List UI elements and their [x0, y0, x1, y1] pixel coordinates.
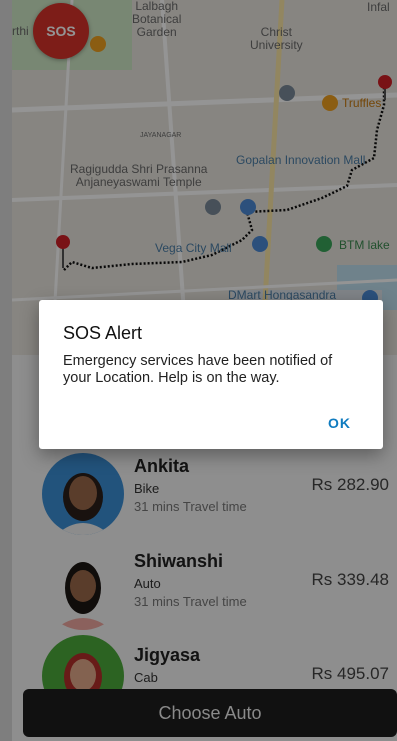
ok-button[interactable]: OK — [328, 415, 351, 431]
sos-alert-dialog: SOS Alert Emergency services have been n… — [39, 300, 383, 449]
dialog-title: SOS Alert — [63, 323, 143, 343]
dialog-message: Emergency services have been notified of… — [63, 353, 333, 386]
choose-auto-button[interactable]: Choose Auto — [23, 689, 397, 737]
